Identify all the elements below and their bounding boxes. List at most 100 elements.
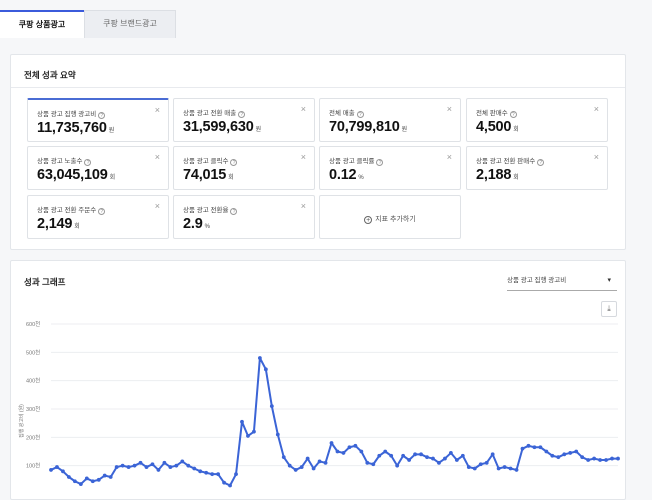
performance-line-chart: 100천 200천 300천 400천 500천 600천집행 광고비 (원) [18, 320, 620, 488]
data-point [156, 468, 161, 472]
data-point [311, 466, 316, 471]
close-icon[interactable]: × [447, 104, 452, 114]
metric-label: 전체 판매수? [476, 107, 517, 118]
help-icon[interactable]: ? [84, 159, 92, 166]
ad-type-tabs: 쿠팡 상품광고 쿠팡 브랜드광고 [0, 10, 652, 38]
add-metric-button[interactable]: + 지표 추가하기 [319, 195, 461, 239]
plus-circle-icon: + [364, 216, 373, 224]
metric-card[interactable]: 상품 광고 클릭률? × 0.12% [319, 146, 461, 190]
data-point [580, 455, 585, 460]
metric-label: 상품 광고 클릭률? [329, 155, 384, 166]
metric-card[interactable]: 상품 광고 전환 매출? × 31,599,630 원 [173, 98, 315, 142]
metric-card[interactable]: 상품 광고 전환 주문수? × 2,149 회 [27, 195, 169, 239]
data-point [329, 441, 334, 445]
close-icon[interactable]: × [155, 105, 160, 115]
data-point [401, 453, 406, 458]
data-point [383, 449, 388, 454]
data-point [299, 465, 304, 469]
data-point [472, 466, 477, 471]
y-tick-label: 500천 [26, 348, 40, 356]
data-point [490, 452, 495, 457]
data-point [502, 465, 507, 469]
help-icon[interactable]: ? [98, 112, 106, 119]
data-point [78, 482, 83, 486]
data-point [478, 462, 483, 467]
data-point [562, 452, 567, 457]
tab-coupang-product-ads[interactable]: 쿠팡 상품광고 [0, 10, 84, 38]
data-point [150, 462, 155, 467]
data-point [192, 466, 197, 471]
data-point [586, 458, 591, 462]
close-icon[interactable]: × [155, 152, 160, 162]
help-icon[interactable]: ? [509, 111, 517, 118]
data-point [55, 465, 59, 469]
metric-value: 11,735,760 원 [37, 120, 115, 136]
data-point [287, 463, 292, 468]
data-point [90, 479, 95, 484]
y-tick-label: 600천 [26, 320, 40, 328]
data-point [550, 453, 555, 458]
close-icon[interactable]: × [594, 152, 599, 162]
help-icon[interactable]: ? [230, 208, 238, 215]
tab-coupang-brand-ads[interactable]: 쿠팡 브랜드광고 [84, 10, 176, 38]
data-point [419, 452, 423, 457]
data-point [246, 434, 250, 438]
graph-panel: 성과 그래프 상품 광고 집행 광고비 ▾ ⤓ 100천 200천 300천 400천… [10, 260, 626, 500]
close-icon[interactable]: × [594, 104, 599, 114]
help-icon[interactable]: ? [376, 159, 384, 166]
close-icon[interactable]: × [301, 201, 306, 211]
help-icon[interactable]: ? [230, 159, 238, 166]
data-point [407, 458, 412, 462]
summary-title: 전체 성과 요약 [24, 70, 76, 80]
data-point [317, 459, 322, 464]
close-icon[interactable]: × [447, 152, 452, 162]
data-point [257, 356, 262, 360]
data-point [508, 466, 513, 471]
data-point [496, 466, 501, 471]
metric-card[interactable]: 전체 매출? × 70,799,810 원 [319, 98, 461, 142]
close-icon[interactable]: × [155, 201, 160, 211]
data-point [180, 459, 185, 464]
data-point [437, 460, 441, 465]
metric-card[interactable]: 상품 광고 클릭수? × 74,015 회 [173, 146, 315, 190]
metric-value: 2.9% [183, 216, 210, 232]
metric-unit: % [358, 175, 364, 181]
metric-card[interactable]: 상품 광고 노출수? × 63,045,109 회 [27, 146, 169, 190]
data-point [526, 443, 531, 448]
data-point [72, 479, 77, 484]
metric-card[interactable]: 상품 광고 집행 광고비? × 11,735,760 원 [27, 98, 169, 142]
y-tick-label: 200천 [26, 433, 40, 441]
close-icon[interactable]: × [301, 152, 306, 162]
data-point [604, 458, 608, 462]
data-point [168, 465, 173, 469]
metric-card[interactable]: 전체 판매수? × 4,500 회 [466, 98, 608, 142]
metric-value: 70,799,810 원 [329, 119, 407, 135]
metric-card[interactable]: 상품 광고 전환율? × 2.9% [173, 195, 315, 239]
metric-unit: % [204, 224, 210, 230]
metric-card[interactable]: 상품 광고 전환 판매수? × 2,188 회 [466, 146, 608, 190]
data-point [574, 449, 579, 454]
close-icon[interactable]: × [301, 104, 306, 114]
data-point [162, 460, 167, 465]
data-point [395, 463, 400, 468]
help-icon[interactable]: ? [98, 208, 106, 215]
help-icon[interactable]: ? [238, 111, 246, 118]
metric-value: 74,015 회 [183, 167, 234, 183]
help-icon[interactable]: ? [537, 159, 545, 166]
data-point [102, 473, 107, 478]
data-point [389, 453, 394, 458]
metric-label: 상품 광고 전환 매출? [183, 107, 246, 118]
metric-unit: 원 [108, 128, 115, 134]
data-point [61, 469, 65, 474]
data-point [240, 419, 244, 424]
data-point [234, 472, 238, 477]
data-point [252, 429, 256, 434]
data-point [353, 443, 358, 448]
data-point [216, 472, 221, 477]
data-point [538, 445, 543, 450]
metric-label: 상품 광고 클릭수? [183, 155, 238, 166]
metric-value: 2,149 회 [37, 216, 80, 232]
data-point [84, 476, 89, 481]
metric-value: 63,045,109 회 [37, 167, 115, 183]
help-icon[interactable]: ? [356, 111, 364, 118]
